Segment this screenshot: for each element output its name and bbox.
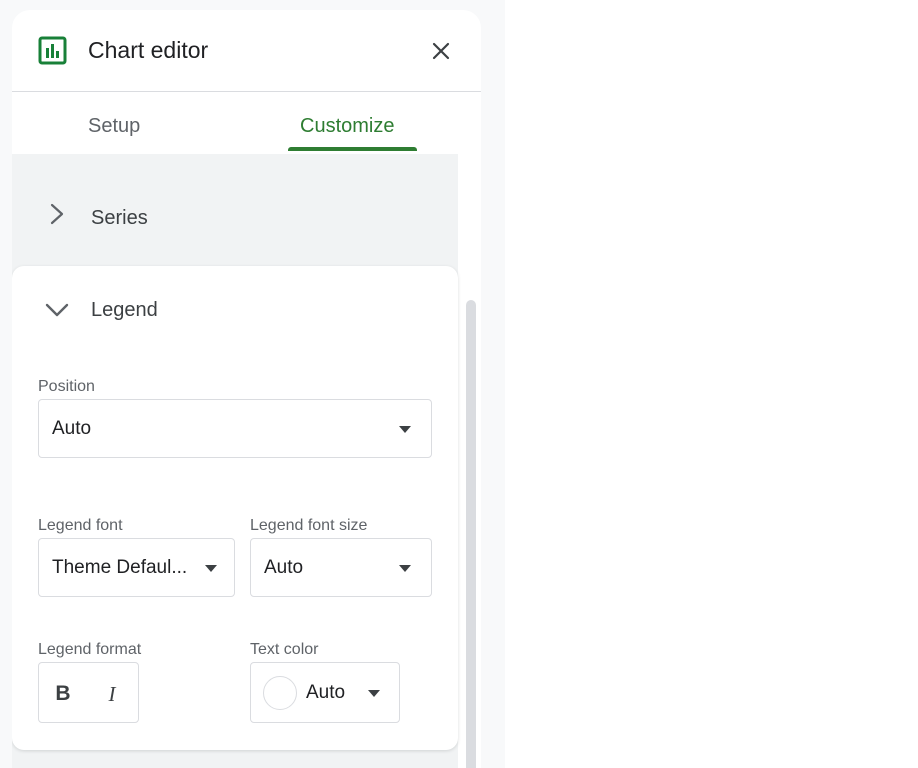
- chevron-right-icon: [50, 203, 64, 225]
- legend-font-size-value: Auto: [264, 557, 304, 578]
- active-tab-indicator: [288, 147, 417, 151]
- text-color-select[interactable]: Auto: [250, 662, 400, 723]
- legend-font-value: Theme Defaul...: [52, 557, 188, 578]
- tab-setup[interactable]: Setup: [88, 114, 140, 138]
- position-label: Position: [38, 378, 95, 395]
- text-color-value: Auto: [306, 682, 346, 703]
- legend-font-label: Legend font: [38, 517, 123, 534]
- text-color-label: Text color: [250, 641, 319, 658]
- customize-content: Series Legend Position Auto Legend font …: [12, 154, 458, 768]
- position-select[interactable]: Auto: [38, 399, 432, 458]
- series-section-label: Series: [91, 207, 148, 229]
- tab-bar: Setup Customize: [12, 92, 481, 154]
- chevron-down-icon: [45, 303, 69, 317]
- legend-format-label: Legend format: [38, 641, 142, 658]
- close-button[interactable]: [426, 36, 456, 66]
- chart-icon: [38, 36, 67, 65]
- color-swatch: [263, 676, 297, 710]
- italic-button[interactable]: I: [97, 679, 127, 709]
- chart-editor-panel: Chart editor Setup Customize Series Lege…: [12, 10, 481, 768]
- editor-header: Chart editor: [12, 10, 481, 92]
- editor-title: Chart editor: [88, 37, 209, 63]
- dropdown-arrow-icon: [205, 565, 217, 572]
- dropdown-arrow-icon: [399, 565, 411, 572]
- bold-button[interactable]: B: [48, 679, 78, 709]
- legend-section-label: Legend: [91, 299, 158, 321]
- series-section-header[interactable]: Series: [12, 154, 458, 264]
- position-value: Auto: [52, 418, 92, 439]
- dropdown-arrow-icon: [368, 690, 380, 697]
- close-icon: [432, 42, 450, 60]
- legend-section: Legend Position Auto Legend font Theme D…: [12, 266, 458, 750]
- legend-font-size-select[interactable]: Auto: [250, 538, 432, 597]
- tab-customize[interactable]: Customize: [300, 114, 394, 138]
- legend-font-select[interactable]: Theme Defaul...: [38, 538, 235, 597]
- legend-section-header[interactable]: Legend: [12, 266, 458, 346]
- dropdown-arrow-icon: [399, 426, 411, 433]
- legend-format-group: B I: [38, 662, 139, 723]
- legend-font-size-label: Legend font size: [250, 517, 368, 534]
- scrollbar[interactable]: [466, 300, 476, 768]
